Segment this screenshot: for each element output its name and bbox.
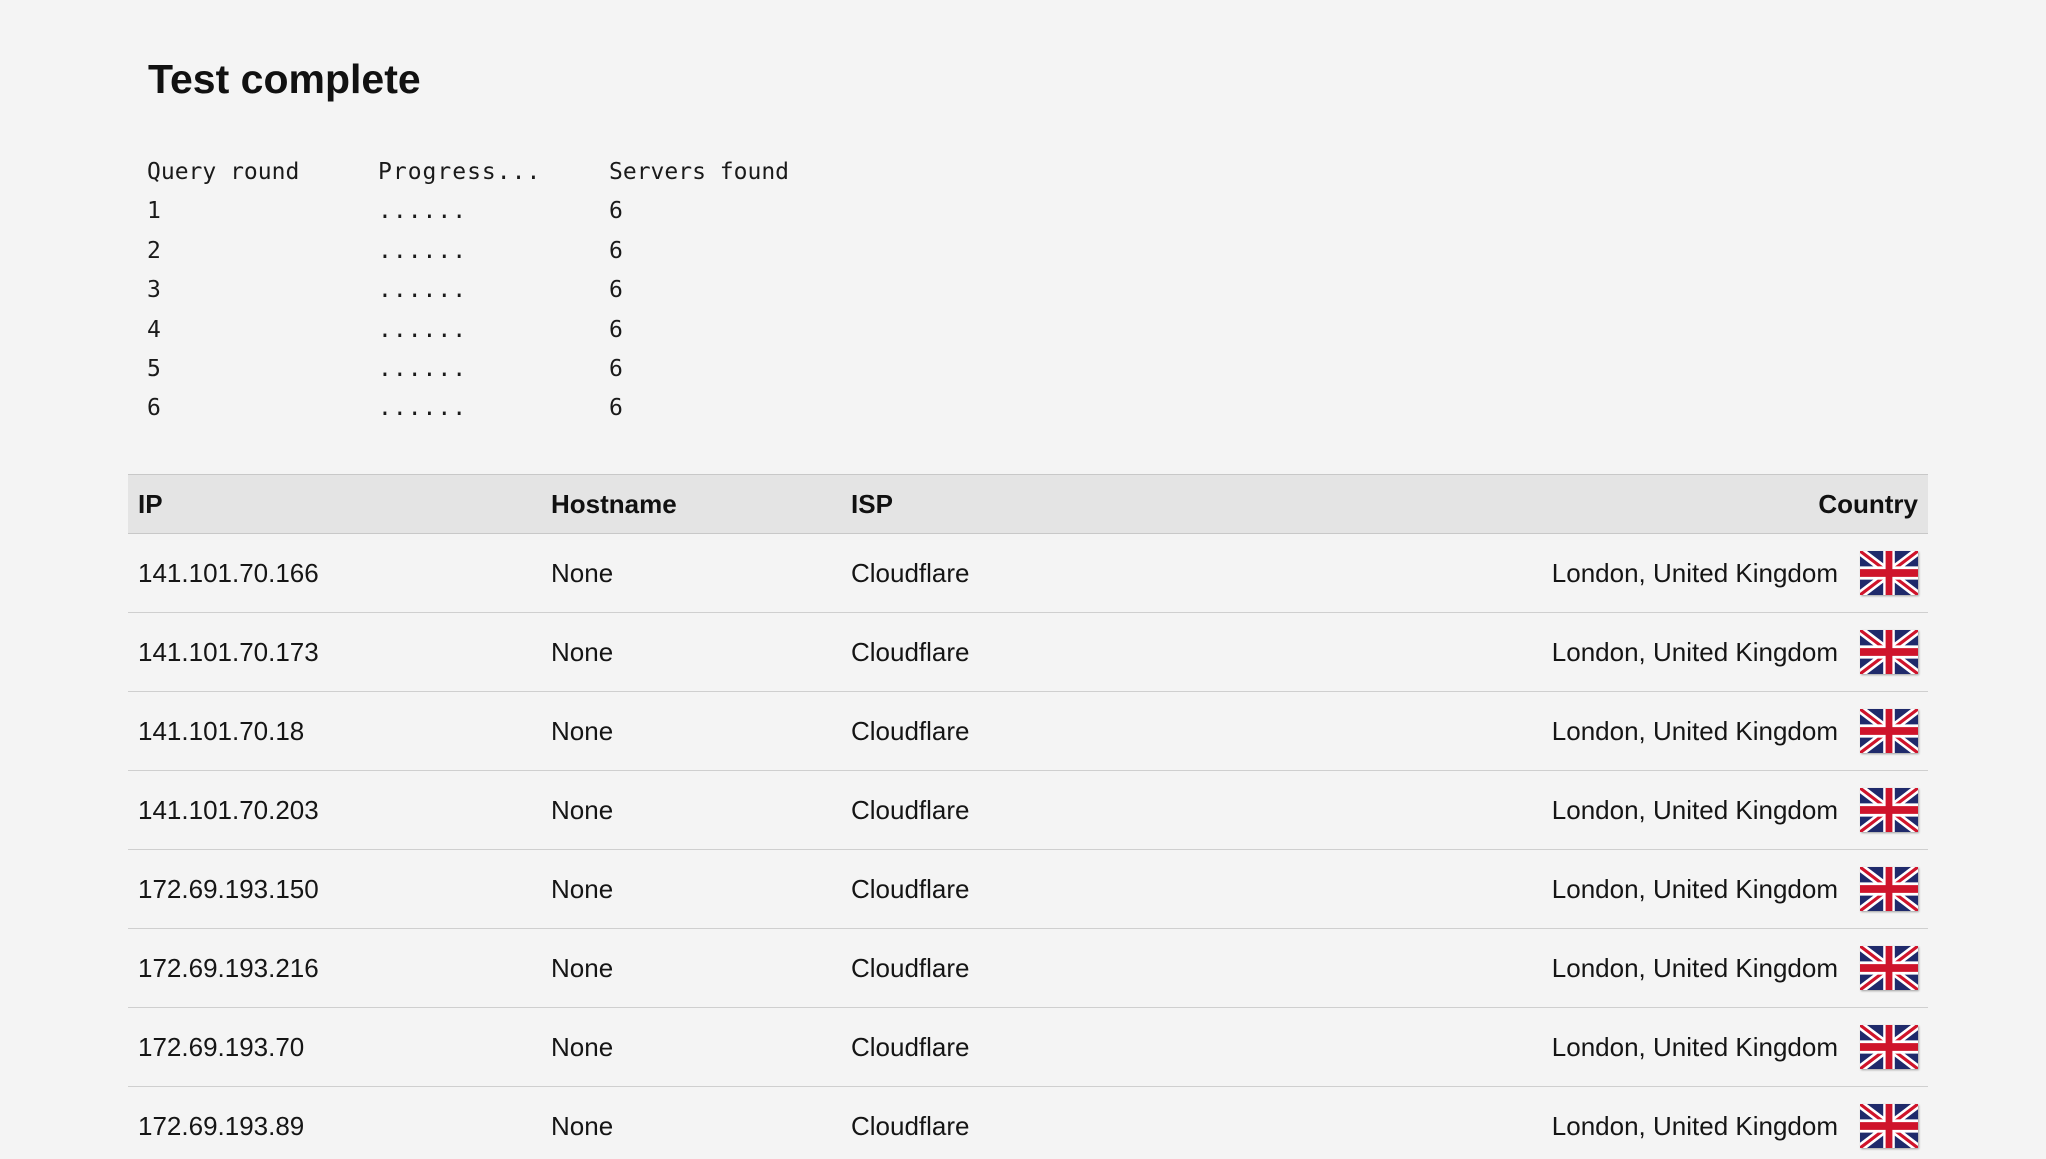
servers-found-header: Servers found	[609, 159, 790, 185]
ip-cell: 172.69.193.89	[138, 1110, 305, 1141]
location-text: London, United Kingdom	[1551, 636, 1838, 667]
hostname-cell: None	[551, 715, 614, 746]
uk-flag-icon	[1860, 788, 1918, 832]
country-cell: London, United Kingdom	[1241, 929, 1928, 1008]
hostname-cell: None	[551, 636, 614, 667]
ip-cell: 141.101.70.203	[138, 794, 319, 825]
location-text: London, United Kingdom	[1551, 1110, 1838, 1141]
hostname-cell: None	[551, 557, 614, 588]
country-cell: London, United Kingdom	[1241, 1087, 1928, 1159]
query-round-row: 5 ...... 6	[147, 350, 909, 389]
query-round-number: 1	[147, 198, 161, 225]
uk-flag-icon	[1860, 1025, 1918, 1069]
query-round-row: 1 ...... 6	[147, 192, 909, 231]
table-row: 141.101.70.203 None Cloudflare London, U…	[128, 771, 1928, 850]
query-round-row: 6 ...... 6	[147, 389, 909, 428]
ip-cell: 172.69.193.70	[138, 1031, 305, 1062]
ip-cell: 141.101.70.173	[138, 636, 319, 667]
query-round-progress: ......	[378, 237, 468, 264]
isp-cell: Cloudflare	[851, 1110, 970, 1141]
country-cell: London, United Kingdom	[1241, 692, 1928, 771]
query-round-servers: 6	[609, 198, 623, 225]
uk-flag-icon	[1860, 709, 1918, 753]
query-round-row: 4 ...... 6	[147, 311, 909, 350]
page-title: Test complete	[148, 56, 421, 102]
location-text: London, United Kingdom	[1551, 557, 1838, 588]
table-row: 141.101.70.18 None Cloudflare London, Un…	[128, 692, 1928, 771]
isp-cell: Cloudflare	[851, 636, 970, 667]
country-cell: London, United Kingdom	[1241, 771, 1928, 850]
isp-cell: Cloudflare	[851, 557, 970, 588]
ip-cell: 172.69.193.150	[138, 873, 319, 904]
progress-header: Progress...	[378, 159, 542, 185]
query-round-servers: 6	[609, 277, 623, 304]
hostname-cell: None	[551, 952, 614, 983]
table-body: 141.101.70.166 None Cloudflare London, U…	[128, 534, 1928, 1159]
uk-flag-icon	[1860, 630, 1918, 674]
query-round-header: Query round	[147, 159, 300, 185]
query-round-progress: ......	[378, 355, 468, 382]
table-row: 172.69.193.216 None Cloudflare London, U…	[128, 929, 1928, 1008]
query-rounds-header: Query round Progress... Servers found	[147, 153, 909, 192]
query-round-number: 5	[147, 355, 161, 382]
country-column-header: Country	[1818, 488, 1918, 519]
location-text: London, United Kingdom	[1551, 715, 1838, 746]
table-row: 141.101.70.173 None Cloudflare London, U…	[128, 613, 1928, 692]
isp-cell: Cloudflare	[851, 873, 970, 904]
query-round-servers: 6	[609, 355, 623, 382]
query-round-number: 6	[147, 395, 161, 422]
query-round-row: 3 ...... 6	[147, 271, 909, 310]
query-round-servers: 6	[609, 395, 623, 422]
dns-servers-table: IP Hostname ISP Country 141.101.70.166 N…	[128, 474, 1928, 1159]
query-round-number: 2	[147, 237, 161, 264]
table-row: 172.69.193.89 None Cloudflare London, Un…	[128, 1087, 1928, 1159]
query-round-progress: ......	[378, 316, 468, 343]
hostname-cell: None	[551, 1110, 614, 1141]
hostname-cell: None	[551, 1031, 614, 1062]
location-text: London, United Kingdom	[1551, 794, 1838, 825]
query-round-servers: 6	[609, 237, 623, 264]
query-round-number: 4	[147, 316, 161, 343]
table-row: 172.69.193.150 None Cloudflare London, U…	[128, 850, 1928, 929]
query-rounds-log: Query round Progress... Servers found 1 …	[147, 153, 909, 429]
uk-flag-icon	[1860, 1104, 1918, 1148]
uk-flag-icon	[1860, 867, 1918, 911]
query-round-progress: ......	[378, 277, 468, 304]
isp-cell: Cloudflare	[851, 715, 970, 746]
ip-cell: 172.69.193.216	[138, 952, 319, 983]
query-round-progress: ......	[378, 395, 468, 422]
location-text: London, United Kingdom	[1551, 873, 1838, 904]
hostname-column-header: Hostname	[551, 488, 677, 519]
country-cell: London, United Kingdom	[1241, 850, 1928, 929]
hostname-cell: None	[551, 794, 614, 825]
isp-cell: Cloudflare	[851, 794, 970, 825]
uk-flag-icon	[1860, 946, 1918, 990]
query-round-progress: ......	[378, 198, 468, 225]
isp-column-header: ISP	[851, 488, 893, 519]
location-text: London, United Kingdom	[1551, 952, 1838, 983]
isp-cell: Cloudflare	[851, 1031, 970, 1062]
query-round-servers: 6	[609, 316, 623, 343]
isp-cell: Cloudflare	[851, 952, 970, 983]
page: Test complete Query round Progress... Se…	[0, 0, 2046, 1159]
table-row: 141.101.70.166 None Cloudflare London, U…	[128, 534, 1928, 613]
query-round-row: 2 ...... 6	[147, 232, 909, 271]
query-round-number: 3	[147, 277, 161, 304]
ip-cell: 141.101.70.166	[138, 557, 319, 588]
table-row: 172.69.193.70 None Cloudflare London, Un…	[128, 1008, 1928, 1087]
ip-column-header: IP	[138, 488, 163, 519]
table-header-row: IP Hostname ISP Country	[128, 474, 1928, 534]
uk-flag-icon	[1860, 551, 1918, 595]
country-cell: London, United Kingdom	[1241, 613, 1928, 692]
country-cell: London, United Kingdom	[1241, 534, 1928, 613]
hostname-cell: None	[551, 873, 614, 904]
country-cell: London, United Kingdom	[1241, 1008, 1928, 1087]
location-text: London, United Kingdom	[1551, 1031, 1838, 1062]
ip-cell: 141.101.70.18	[138, 715, 305, 746]
